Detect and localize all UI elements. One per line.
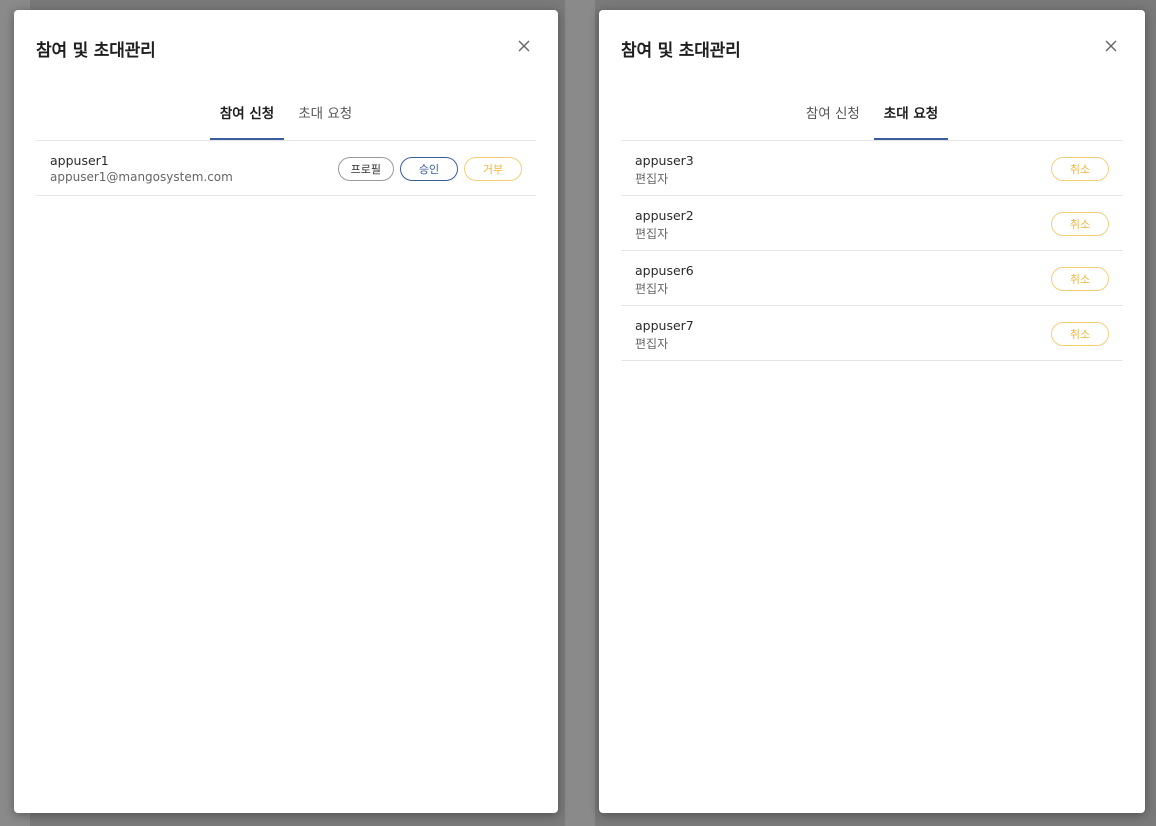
user-role: 편집자 bbox=[635, 282, 669, 296]
modal-header: 참여 및 초대관리 bbox=[14, 10, 558, 80]
close-button[interactable] bbox=[1097, 32, 1125, 60]
modal-title: 참여 및 초대관리 bbox=[36, 41, 156, 61]
list-item: appuser1 appuser1@mangosystem.com 프로필 승인… bbox=[36, 141, 536, 196]
approve-button[interactable]: 승인 bbox=[400, 157, 458, 181]
list-item: appuser2 편집자 취소 bbox=[621, 196, 1123, 251]
tab-invite-requests[interactable]: 초대 요청 bbox=[873, 94, 949, 140]
user-email: appuser1@mangosystem.com bbox=[50, 170, 233, 184]
user-role: 편집자 bbox=[635, 227, 669, 241]
tab-join-requests[interactable]: 참여 신청 bbox=[796, 94, 870, 132]
tab-bar: 참여 신청 초대 요청 bbox=[36, 94, 536, 141]
user-role: 편집자 bbox=[635, 172, 669, 186]
reject-button[interactable]: 거부 bbox=[464, 157, 522, 181]
modal-header: 참여 및 초대관리 bbox=[599, 10, 1145, 80]
row-actions: 취소 bbox=[1051, 212, 1109, 236]
user-name: appuser6 bbox=[635, 263, 694, 278]
row-actions: 취소 bbox=[1051, 322, 1109, 346]
list-item: appuser3 편집자 취소 bbox=[621, 141, 1123, 196]
close-icon bbox=[1105, 40, 1117, 52]
row-actions: 프로필 승인 거부 bbox=[337, 157, 522, 181]
user-name: appuser3 bbox=[635, 153, 694, 168]
cancel-invite-button[interactable]: 취소 bbox=[1051, 322, 1109, 346]
user-name: appuser2 bbox=[635, 208, 694, 223]
user-role: 편집자 bbox=[635, 337, 669, 351]
modal-title: 참여 및 초대관리 bbox=[621, 41, 741, 61]
close-button[interactable] bbox=[510, 32, 538, 60]
profile-button[interactable]: 프로필 bbox=[337, 157, 394, 181]
invite-management-modal-invite-requests: 참여 및 초대관리 참여 신청 초대 요청 appuser3 편집자 취소 ap… bbox=[599, 10, 1145, 813]
row-actions: 취소 bbox=[1051, 267, 1109, 291]
close-icon bbox=[518, 40, 530, 52]
row-actions: 취소 bbox=[1051, 157, 1109, 181]
cancel-invite-button[interactable]: 취소 bbox=[1051, 212, 1109, 236]
invite-request-list: appuser3 편집자 취소 appuser2 편집자 취소 appuser6… bbox=[621, 141, 1123, 361]
list-item: appuser7 편집자 취소 bbox=[621, 306, 1123, 361]
tab-join-requests[interactable]: 참여 신청 bbox=[209, 94, 285, 140]
cancel-invite-button[interactable]: 취소 bbox=[1051, 267, 1109, 291]
cancel-invite-button[interactable]: 취소 bbox=[1051, 157, 1109, 181]
user-name: appuser7 bbox=[635, 318, 694, 333]
backdrop-middle-strip bbox=[565, 0, 595, 826]
join-request-list: appuser1 appuser1@mangosystem.com 프로필 승인… bbox=[36, 141, 536, 196]
invite-management-modal-join-requests: 참여 및 초대관리 참여 신청 초대 요청 appuser1 appuser1@… bbox=[14, 10, 558, 813]
tab-invite-requests[interactable]: 초대 요청 bbox=[288, 94, 362, 132]
tab-bar: 참여 신청 초대 요청 bbox=[621, 94, 1123, 141]
list-item: appuser6 편집자 취소 bbox=[621, 251, 1123, 306]
user-name: appuser1 bbox=[50, 153, 109, 168]
